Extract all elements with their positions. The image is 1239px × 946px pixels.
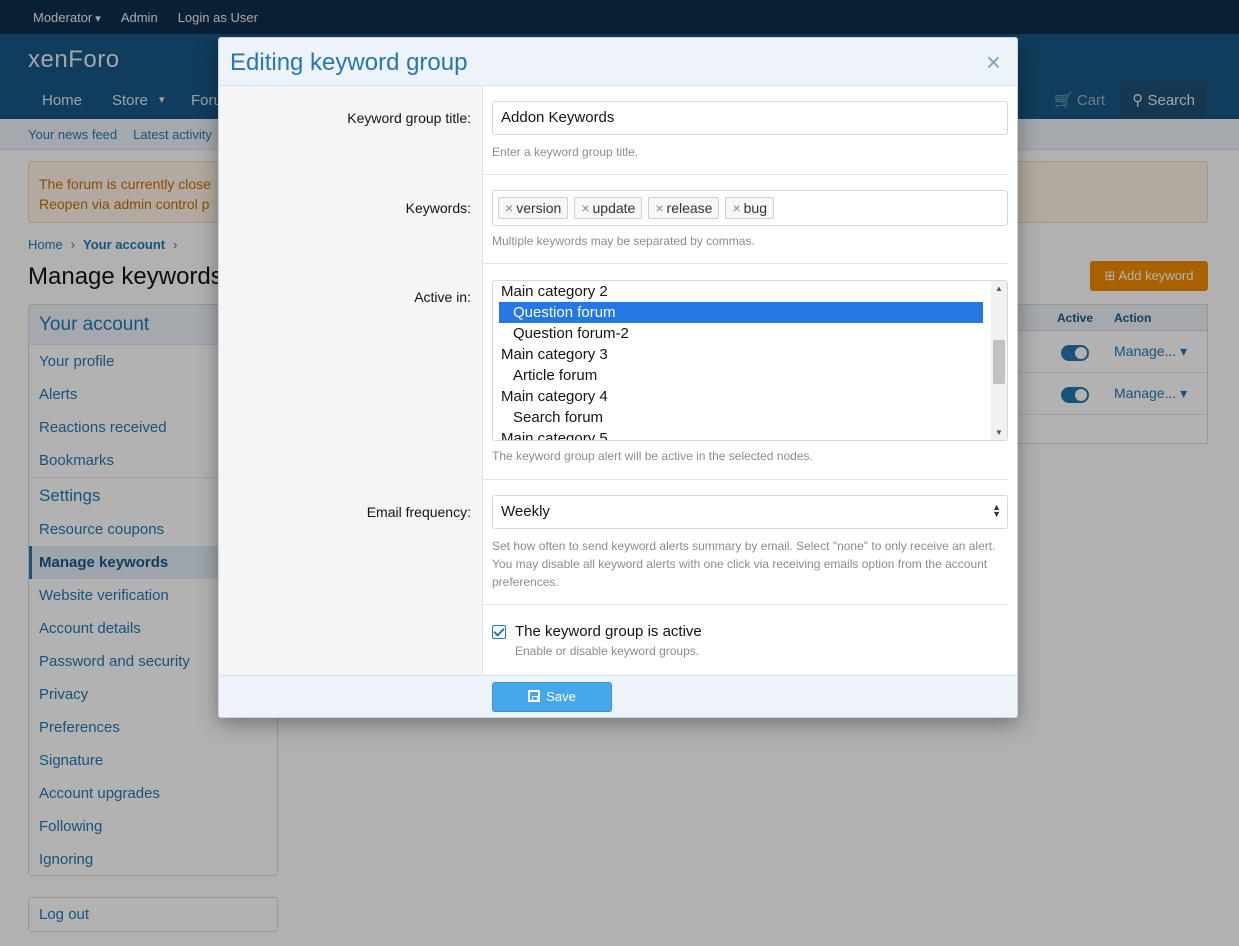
active-checkbox-label[interactable]: The keyword group is active — [515, 623, 702, 640]
select-arrows-icon: ▲ ▼ — [992, 502, 1001, 519]
keyword-chip-label: update — [592, 200, 636, 216]
divider — [483, 604, 1008, 605]
keyword-chip-label: version — [516, 200, 562, 216]
keywords-input[interactable]: × version × update × release × bug — [492, 190, 1008, 226]
divider — [483, 263, 1008, 264]
node-options: Main category 2 Question forum Question fo… — [493, 281, 1007, 440]
save-icon — [528, 690, 541, 702]
remove-chip-icon[interactable]: × — [505, 200, 513, 216]
node-option[interactable]: Question forum — [499, 302, 983, 323]
remove-chip-icon[interactable]: × — [581, 200, 589, 216]
dialog-title: Editing keyword group — [230, 49, 468, 76]
active-checkbox[interactable] — [492, 625, 506, 639]
title-label: Keyword group title: — [347, 110, 471, 126]
scroll-thumb[interactable] — [993, 340, 1005, 384]
form-label-column — [219, 86, 483, 675]
keyword-chips: × version × update × release × bug — [493, 191, 1007, 225]
node-option[interactable]: Main category 2 — [493, 281, 983, 302]
divider — [483, 174, 1008, 175]
active-in-label: Active in: — [414, 289, 471, 305]
email-frequency-hint: Set how often to send keyword alerts sum… — [492, 539, 996, 589]
save-button[interactable]: Save — [492, 682, 612, 712]
email-frequency-label: Email frequency: — [366, 504, 471, 520]
keyword-chip-label: bug — [743, 200, 767, 216]
scroll-up-icon[interactable]: ▲ — [995, 284, 1003, 293]
node-option[interactable]: Main category 3 — [493, 344, 983, 365]
keywords-hint: Multiple keywords may be separated by co… — [492, 234, 755, 248]
node-option[interactable]: Main category 5 — [493, 428, 983, 440]
keyword-chip[interactable]: × update — [574, 197, 643, 219]
node-option[interactable]: Search forum — [493, 407, 983, 428]
divider — [483, 479, 1008, 480]
keyword-chip[interactable]: × bug — [725, 197, 774, 219]
keyword-chip[interactable]: × release — [648, 197, 720, 219]
keyword-chip-label: release — [666, 200, 713, 216]
scroll-down-icon[interactable]: ▼ — [995, 428, 1003, 437]
remove-chip-icon[interactable]: × — [655, 200, 663, 216]
active-in-hint: The keyword group alert will be active i… — [492, 449, 813, 463]
save-label: Save — [546, 689, 576, 704]
keywords-label: Keywords: — [405, 200, 471, 216]
remove-chip-icon[interactable]: × — [732, 200, 740, 216]
title-hint: Enter a keyword group title. — [492, 145, 639, 159]
email-frequency-select[interactable]: Weekly ▲ ▼ — [492, 495, 1008, 529]
active-in-listbox[interactable]: Main category 2 Question forum Question fo… — [492, 280, 1008, 441]
edit-keyword-group-dialog: Editing keyword group × Keyword group ti… — [218, 37, 1018, 718]
close-icon[interactable]: × — [986, 49, 1001, 75]
active-checkbox-hint: Enable or disable keyword groups. — [515, 644, 700, 658]
listbox-scrollbar[interactable]: ▲ ▼ — [991, 281, 1007, 440]
dialog-header: Editing keyword group × — [219, 38, 1017, 86]
node-option[interactable]: Question forum-2 — [493, 323, 983, 344]
email-frequency-value: Weekly — [501, 503, 550, 520]
node-option[interactable]: Main category 4 — [493, 386, 983, 407]
node-option[interactable]: Article forum — [493, 365, 983, 386]
keyword-chip[interactable]: × version — [498, 197, 569, 219]
dialog-footer: Save — [219, 675, 1017, 717]
title-input[interactable]: Addon Keywords — [492, 101, 1008, 135]
